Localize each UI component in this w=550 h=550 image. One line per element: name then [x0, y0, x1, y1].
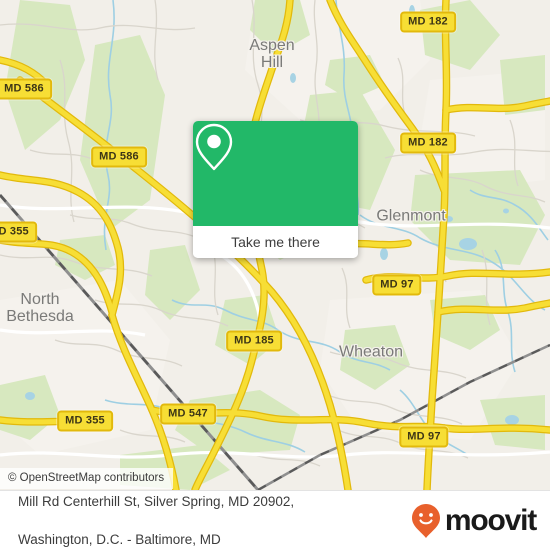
address-block: Mill Rd Centerhill St, Silver Spring, MD… — [18, 473, 294, 550]
route-shield-md-547: MD 547 — [160, 403, 216, 425]
route-shield-md-182-mid: MD 182 — [400, 132, 456, 154]
route-shield-md-182-north: MD 182 — [400, 11, 456, 33]
take-me-there-button[interactable]: Take me there — [193, 226, 358, 258]
moovit-wordmark: moovit — [444, 503, 537, 537]
route-shield-md-97-lower: MD 97 — [399, 426, 449, 448]
map-screenshot: MD 182 MD 586 MD 182 MD 586 MD 355 MD 97 MD 18… — [0, 0, 550, 550]
route-shield-md-355-left: MD 355 — [0, 221, 37, 243]
footer-bar: Mill Rd Centerhill St, Silver Spring, MD… — [0, 490, 550, 550]
route-shield-md-355-lower: MD 355 — [57, 410, 113, 432]
address-line-1: Mill Rd Centerhill St, Silver Spring, MD… — [18, 494, 295, 509]
destination-popup-card[interactable]: Take me there — [193, 121, 358, 258]
take-me-there-label: Take me there — [231, 234, 320, 250]
route-shield-md-586-north: MD 586 — [0, 78, 52, 100]
location-pin-icon — [195, 123, 233, 171]
route-shield-md-97-upper: MD 97 — [372, 274, 422, 296]
route-shield-md-586-mid: MD 586 — [91, 146, 147, 168]
address-line-2: Washington, D.C. - Baltimore, MD — [18, 532, 221, 547]
route-shield-md-185: MD 185 — [226, 330, 282, 352]
moovit-brand[interactable]: moovit — [411, 503, 537, 539]
popup-icon-area — [193, 121, 358, 226]
map-canvas[interactable]: MD 182 MD 586 MD 182 MD 586 MD 355 MD 97 MD 18… — [0, 0, 550, 490]
moovit-smiley-pin-icon — [411, 503, 440, 538]
